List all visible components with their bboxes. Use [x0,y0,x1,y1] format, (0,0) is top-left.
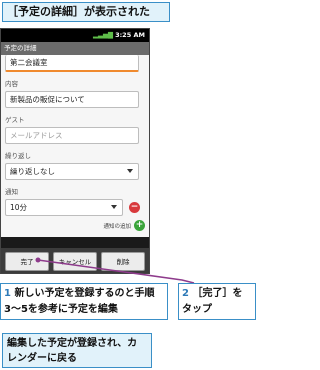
repeat-select[interactable]: 繰り返しなし [5,163,139,180]
add-notification-icon[interactable]: + [134,220,145,231]
repeat-value: 繰り返しなし [10,167,55,176]
status-bar: ▂▃▅▇ 3:25 AM [1,29,149,42]
notification-label: 通知 [5,188,18,196]
content-field[interactable]: 新製品の販促について [5,91,139,108]
location-field[interactable]: 第二会議室 [5,55,139,72]
notification-select[interactable]: 10分 [5,199,123,216]
add-notification-label: 通知の追加 [103,223,131,230]
step1-text: 新しい予定を登録するのと手順3〜5を参考に予定を編集 [4,288,155,315]
phone-screen: ▂▃▅▇ 3:25 AM 予定の詳細 第二会議室 内容 新製品の販促について ゲ… [0,28,150,274]
delete-button[interactable]: 削除 [101,251,145,271]
step1-caption: 1 新しい予定を登録するのと手順3〜5を参考に予定を編集 [0,283,168,320]
add-notification-row[interactable]: 通知の追加 + [5,220,147,231]
bottom-callout: 編集した予定が登録され、カレンダーに戻る [2,333,152,368]
action-bar: 完了 キャンセル 削除 [1,248,149,273]
dropdown-arrow-icon [127,169,133,173]
guest-field[interactable]: メールアドレス [5,127,139,144]
notification-value: 10分 [10,203,28,212]
done-button[interactable]: 完了 [5,251,49,271]
step2-text: ［完了］をタップ [182,288,243,315]
content-label: 内容 [5,80,18,88]
dropdown-arrow-icon [111,205,117,209]
repeat-label: 繰り返し [5,152,31,160]
event-form: 第二会議室 内容 新製品の販促について ゲスト メールアドレス 繰り返し 繰り返… [1,55,149,237]
step1-number: 1 [4,288,11,299]
remove-notification-icon[interactable]: − [129,202,140,213]
screen-title: 予定の詳細 [1,42,149,55]
top-callout: ［予定の詳細］が表示された [2,2,170,22]
cancel-button[interactable]: キャンセル [53,251,97,271]
signal-icon: ▂▃▅▇ [93,31,113,39]
step2-number: 2 [182,288,189,299]
step2-caption: 2 ［完了］をタップ [178,283,256,320]
guest-label: ゲスト [5,116,25,124]
status-time: 3:25 AM [115,31,145,39]
